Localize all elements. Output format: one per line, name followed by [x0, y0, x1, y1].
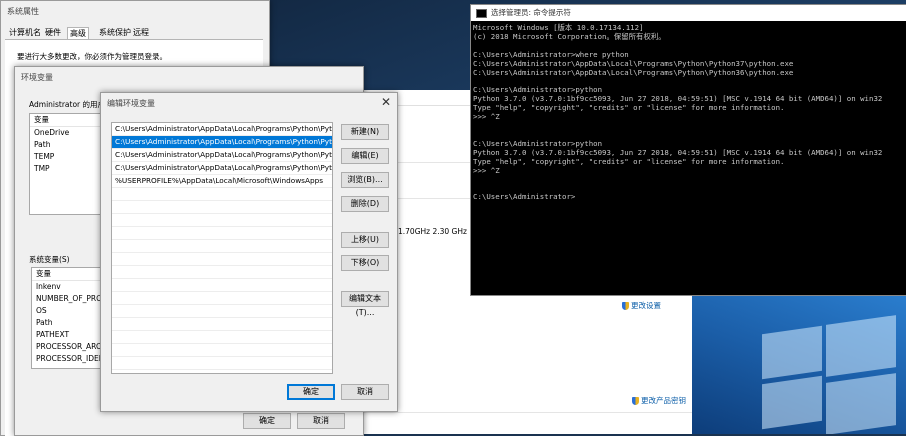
user-vars-list[interactable]: 变量 OneDrive Path TEMP TMP	[29, 113, 111, 215]
list-item[interactable]: TEMP	[30, 151, 110, 163]
console-line: C:\Users\Administrator>where python	[473, 49, 629, 59]
env-cancel-button[interactable]: 取消	[297, 413, 345, 429]
console-line: C:\Users\Administrator>python	[473, 138, 603, 148]
list-item[interactable]: OneDrive	[30, 127, 110, 139]
tab-remote[interactable]: 远程	[131, 27, 151, 39]
user-vars-header: 变量	[30, 114, 110, 127]
console-line: Microsoft Windows [版本 10.0.17134.112]	[473, 23, 644, 32]
move-down-button[interactable]: 下移(O)	[341, 255, 389, 271]
env-ok-button[interactable]: 确定	[243, 413, 291, 429]
console-line: Type "help", "copyright", "credits" or "…	[473, 156, 785, 166]
path-entries-list[interactable]: C:\Users\Administrator\AppData\Local\Pro…	[111, 122, 333, 374]
edit-dialog-title: 编辑环境变量	[107, 99, 155, 108]
console-line: >>> ^Z	[473, 165, 500, 175]
list-item-selected[interactable]: C:\Users\Administrator\AppData\Local\Pro…	[112, 136, 332, 149]
shield-icon	[632, 397, 639, 405]
shield-icon	[622, 302, 629, 310]
delete-button[interactable]: 删除(D)	[341, 196, 389, 212]
browse-button[interactable]: 浏览(B)...	[341, 172, 389, 188]
console-titlebar: 选择管理员: 命令提示符	[471, 5, 906, 21]
admin-note: 要进行大多数更改，你必须作为管理员登录。	[17, 52, 167, 61]
console-line: C:\Users\Administrator\AppData\Local\Pro…	[473, 67, 794, 77]
tab-hardware[interactable]: 硬件	[43, 27, 63, 39]
list-item[interactable]: TMP	[30, 163, 110, 175]
system-properties-title: 系统属性	[7, 7, 39, 16]
console-line: C:\Users\Administrator>python	[473, 85, 603, 95]
close-icon[interactable]: ✕	[381, 95, 391, 109]
list-item[interactable]: C:\Users\Administrator\AppData\Local\Pro…	[112, 162, 332, 175]
change-settings-link[interactable]: 更改设置	[622, 300, 661, 311]
list-item[interactable]: Path	[30, 139, 110, 151]
tab-computer-name[interactable]: 计算机名	[7, 27, 43, 39]
new-button[interactable]: 新建(N)	[341, 124, 389, 140]
console-line: C:\Users\Administrator>	[473, 192, 576, 202]
windows-logo-wallpaper	[692, 290, 906, 434]
change-product-key-link[interactable]: 更改产品密钥	[632, 395, 686, 406]
edit-button[interactable]: 编辑(E)	[341, 148, 389, 164]
tab-system-protection[interactable]: 系统保护	[97, 27, 133, 39]
edit-text-button[interactable]: 编辑文本(T)...	[341, 291, 389, 317]
console-line: (c) 2018 Microsoft Corporation。保留所有权利。	[473, 31, 666, 41]
console-line: Python 3.7.0 (v3.7.0:1bf9cc5093, Jun 27 …	[473, 147, 883, 157]
console-app-icon	[476, 8, 487, 18]
console-title: 选择管理员: 命令提示符	[491, 8, 571, 17]
system-vars-label: 系统变量(S)	[29, 255, 70, 264]
console-output[interactable]: Microsoft Windows [版本 10.0.17134.112] (c…	[473, 23, 883, 202]
list-item[interactable]: C:\Users\Administrator\AppData\Local\Pro…	[112, 123, 332, 136]
move-up-button[interactable]: 上移(U)	[341, 232, 389, 248]
edit-ok-button[interactable]: 确定	[287, 384, 335, 400]
command-prompt-window[interactable]: 选择管理员: 命令提示符 Microsoft Windows [版本 10.0.…	[470, 4, 906, 296]
edit-cancel-button[interactable]: 取消	[341, 384, 389, 400]
console-line: C:\Users\Administrator\AppData\Local\Pro…	[473, 58, 794, 68]
edit-env-var-dialog: 编辑环境变量 ✕ C:\Users\Administrator\AppData\…	[100, 92, 398, 412]
list-item[interactable]: %USERPROFILE%\AppData\Local\Microsoft\Wi…	[112, 175, 332, 188]
console-line: Python 3.7.0 (v3.7.0:1bf9cc5093, Jun 27 …	[473, 94, 883, 104]
cpu-speed-text: 1.70GHz 2.30 GHz	[398, 227, 467, 236]
env-dialog-title: 环境变量	[21, 73, 53, 82]
console-line: >>> ^Z	[473, 112, 500, 122]
list-item[interactable]: C:\Users\Administrator\AppData\Local\Pro…	[112, 149, 332, 162]
console-line: Type "help", "copyright", "credits" or "…	[473, 103, 785, 113]
